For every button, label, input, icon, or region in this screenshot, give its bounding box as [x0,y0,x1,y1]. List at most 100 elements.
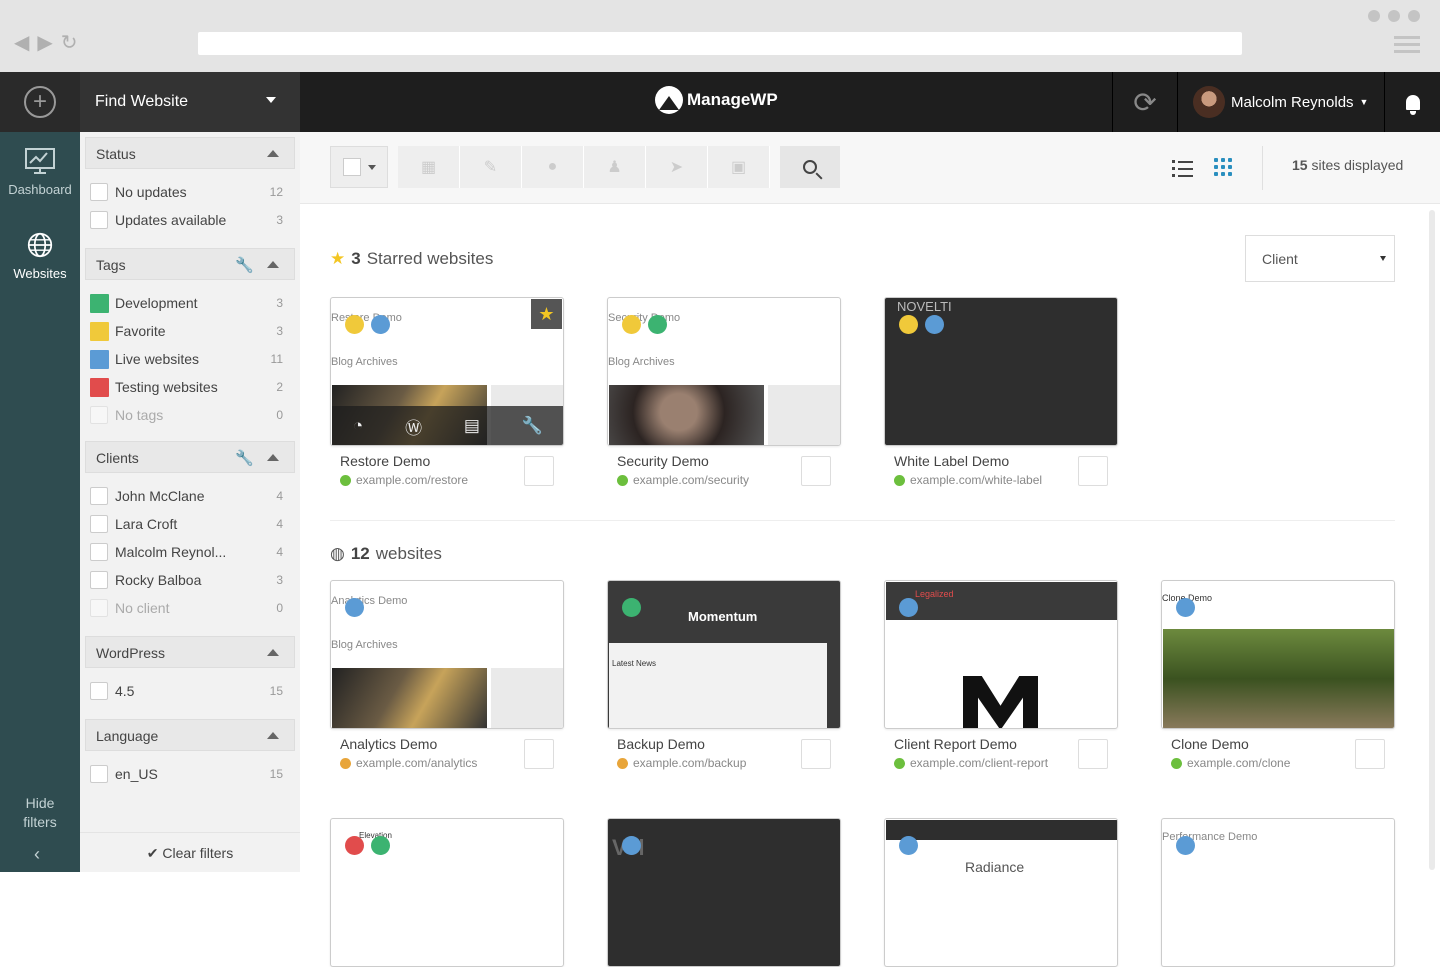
sync-button[interactable]: ⟳ [1112,72,1178,132]
site-thumbnail[interactable]: Elevation [330,818,564,967]
filter-item[interactable]: Development 3 [90,291,288,315]
chevron-left-icon[interactable]: ‹ [34,844,40,865]
dashboard-icon[interactable]: ◔ [353,416,363,436]
star-icon[interactable]: ★ [531,299,562,329]
address-bar[interactable] [198,32,1242,55]
filter-status-header[interactable]: Status [85,137,295,169]
scrollbar[interactable] [1429,210,1435,870]
site-thumbnail[interactable]: Analytics Demo Blog Archives [330,580,564,729]
tag-swatch[interactable] [90,349,109,369]
analytics-action-button[interactable]: ▦ [398,146,460,188]
checkbox[interactable] [90,571,108,589]
site-url[interactable]: example.com/client-report [894,756,1048,770]
clients-action-button[interactable]: ▣ [708,146,770,188]
site-card[interactable]: Clone Demo Clone Demo example.com/clone [1161,580,1395,770]
client-select[interactable]: Client [1245,235,1395,282]
list-view-button[interactable] [1172,160,1194,181]
forward-arrow-icon[interactable]: ▶ [37,30,52,55]
checkbox[interactable] [90,682,108,700]
site-card[interactable]: Restore Demo Blog Archives ★ ◔ Ⓦ ▤ 🔧 Res… [330,297,564,487]
filter-item[interactable]: 4.5 15 [90,679,288,703]
site-url[interactable]: example.com/backup [617,756,746,770]
site-thumbnail[interactable]: NOVELTI [884,297,1118,446]
find-website-dropdown[interactable]: Find Website [80,72,300,132]
site-name[interactable]: Restore Demo [340,453,430,469]
checkbox[interactable] [90,211,108,229]
site-url[interactable]: example.com/clone [1171,756,1290,770]
user-menu[interactable]: Malcolm Reynolds ▼ [1193,86,1368,118]
select-all-dropdown[interactable] [330,146,388,188]
site-thumbnail[interactable]: Clone Demo [1161,580,1395,729]
rail-websites[interactable]: Websites [0,232,80,281]
filter-item[interactable]: en_US 15 [90,762,288,786]
wordpress-icon[interactable]: Ⓦ [405,414,422,439]
back-arrow-icon[interactable]: ◀ [14,30,29,55]
site-card[interactable]: Legalized Client Report Demo example.com… [884,580,1118,770]
wrench-icon[interactable]: 🔧 [235,449,254,467]
site-name[interactable]: Clone Demo [1171,736,1249,752]
backup-icon[interactable]: ▤ [464,416,480,436]
reload-icon[interactable]: ↻ [61,30,78,55]
filter-clients-header[interactable]: Clients 🔧 [85,441,295,473]
site-thumbnail[interactable]: Momentum Latest News [607,580,841,729]
filter-item[interactable]: Live websites 11 [90,347,288,371]
wrench-icon[interactable]: 🔧 [522,416,543,436]
filter-item[interactable]: John McClane 4 [90,484,288,508]
site-name[interactable]: Client Report Demo [894,736,1017,752]
site-thumbnail[interactable]: Security Demo Blog Archives [607,297,841,446]
site-thumbnail[interactable]: Vol [607,818,841,967]
site-card[interactable]: NOVELTI White Label Demo example.com/whi… [884,297,1118,487]
site-name[interactable]: Backup Demo [617,736,705,752]
site-name[interactable]: Security Demo [617,453,709,469]
site-checkbox[interactable] [524,456,554,486]
checkbox[interactable] [90,183,108,201]
checkbox[interactable] [90,543,108,561]
site-card[interactable]: Elevation [330,818,564,967]
filter-language-header[interactable]: Language [85,719,295,751]
site-checkbox[interactable] [801,739,831,769]
site-url[interactable]: example.com/analytics [340,756,477,770]
site-card[interactable]: Performance Demo [1161,818,1395,967]
site-card[interactable]: Vol [607,818,841,967]
site-thumbnail[interactable]: Radiance [884,818,1118,967]
site-url[interactable]: example.com/restore [340,473,468,487]
site-name[interactable]: White Label Demo [894,453,1009,469]
filter-item[interactable]: Testing websites 2 [90,375,288,399]
site-thumbnail[interactable]: Legalized [884,580,1118,729]
filter-item[interactable]: Updates available 3 [90,208,288,232]
rail-dashboard[interactable]: Dashboard [0,148,80,197]
tag-swatch[interactable] [90,293,109,313]
window-dot[interactable] [1408,10,1420,22]
checkbox[interactable] [90,487,108,505]
tag-swatch[interactable] [90,321,109,341]
filter-tags-header[interactable]: Tags 🔧 [85,248,295,280]
checkbox[interactable] [90,515,108,533]
tag-swatch[interactable] [90,377,109,397]
filter-item[interactable]: Lara Croft 4 [90,512,288,536]
site-card[interactable]: Momentum Latest News Backup Demo example… [607,580,841,770]
filter-item[interactable]: Malcolm Reynol... 4 [90,540,288,564]
site-checkbox[interactable] [1078,739,1108,769]
site-card[interactable]: Analytics Demo Blog Archives Analytics D… [330,580,564,770]
site-card[interactable]: Radiance [884,818,1118,967]
filter-item[interactable]: No updates 12 [90,180,288,204]
notifications-button[interactable] [1384,72,1440,132]
tags-action-button[interactable]: ➤ [646,146,708,188]
site-checkbox[interactable] [801,456,831,486]
site-checkbox[interactable] [1078,456,1108,486]
hide-filters-button[interactable]: Hide filters [0,794,80,832]
site-url[interactable]: example.com/security [617,473,749,487]
filter-item[interactable]: Favorite 3 [90,319,288,343]
browser-menu-icon[interactable] [1394,36,1420,57]
add-website-button[interactable]: + [0,72,80,132]
window-dot[interactable] [1388,10,1400,22]
window-dot[interactable] [1368,10,1380,22]
filter-item[interactable]: Rocky Balboa 3 [90,568,288,592]
site-url[interactable]: example.com/white-label [894,473,1042,487]
site-thumbnail[interactable]: Restore Demo Blog Archives ★ ◔ Ⓦ ▤ 🔧 [330,297,564,446]
site-checkbox[interactable] [524,739,554,769]
themes-action-button[interactable]: ● [522,146,584,188]
grid-view-button[interactable] [1214,158,1232,176]
site-thumbnail[interactable]: Performance Demo [1161,818,1395,967]
wrench-icon[interactable]: 🔧 [235,256,254,274]
